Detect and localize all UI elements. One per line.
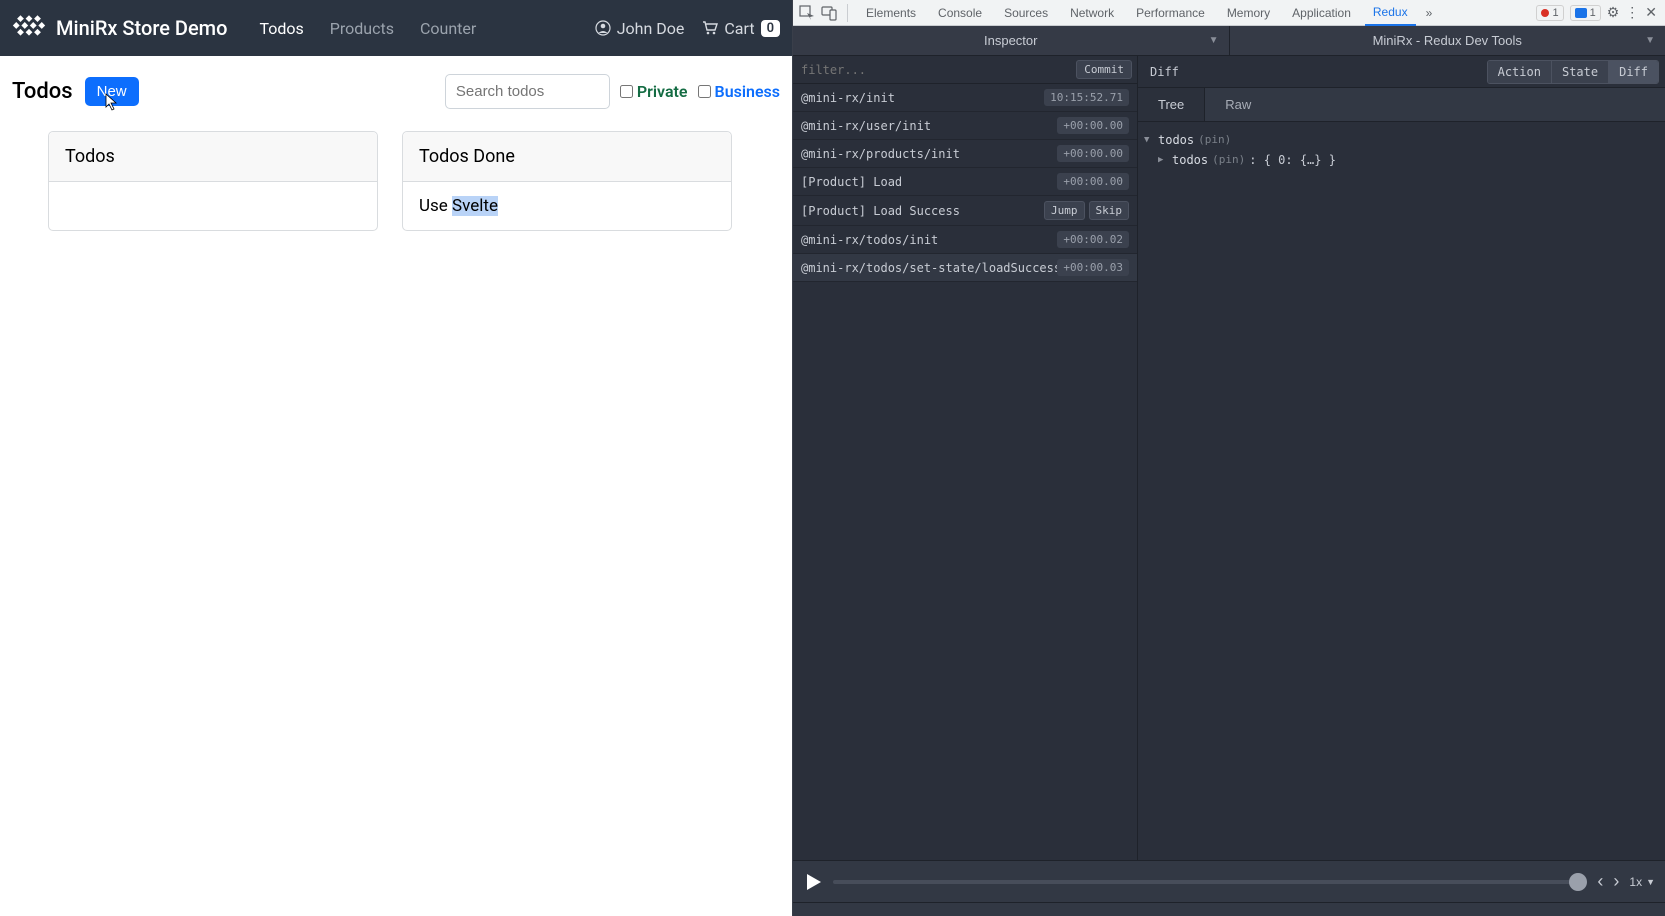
speed-select[interactable]: 1x ▼ — [1629, 875, 1655, 889]
seg-action[interactable]: Action — [1488, 61, 1552, 83]
diff-label: Diff — [1144, 65, 1185, 79]
next-icon[interactable]: › — [1613, 871, 1619, 892]
brand-title: MiniRx Store Demo — [56, 16, 227, 40]
playback-track[interactable] — [833, 880, 1587, 884]
new-button[interactable]: New — [85, 77, 139, 106]
action-row[interactable]: @mini-rx/todos/set-state/loadSuccess+00:… — [793, 254, 1137, 282]
playback-thumb[interactable] — [1569, 873, 1587, 891]
nav-todos[interactable]: Todos — [247, 11, 315, 46]
todos-card-body — [49, 182, 377, 226]
private-filter[interactable]: Private — [620, 82, 688, 101]
skip-button[interactable]: Skip — [1089, 201, 1130, 220]
cart-label: Cart — [724, 19, 754, 38]
action-row[interactable]: [Product] Load SuccessJumpSkip — [793, 196, 1137, 226]
user-name: John Doe — [617, 19, 685, 38]
tab-performance[interactable]: Performance — [1128, 1, 1213, 25]
business-checkbox[interactable] — [698, 85, 711, 98]
action-time: +00:00.00 — [1057, 117, 1129, 134]
actions-list: @mini-rx/init10:15:52.71@mini-rx/user/in… — [793, 84, 1137, 860]
action-name: [Product] Load — [801, 175, 1057, 189]
prev-icon[interactable]: ‹ — [1597, 871, 1603, 892]
action-name: @mini-rx/products/init — [801, 147, 1057, 161]
tree-root[interactable]: ▼ todos (pin) — [1144, 130, 1659, 150]
device-icon[interactable] — [821, 5, 837, 21]
action-time: +00:00.00 — [1057, 145, 1129, 162]
play-icon[interactable] — [803, 872, 823, 892]
action-name: @mini-rx/user/init — [801, 119, 1057, 133]
cursor-icon — [105, 93, 119, 114]
jump-button[interactable]: Jump — [1044, 201, 1085, 220]
private-checkbox[interactable] — [620, 85, 633, 98]
gear-icon[interactable]: ⚙ — [1607, 4, 1620, 21]
nav-products[interactable]: Products — [318, 11, 406, 46]
action-row[interactable]: [Product] Load+00:00.00 — [793, 168, 1137, 196]
cart-icon — [702, 20, 718, 36]
user-icon — [595, 20, 611, 36]
chevron-down-icon[interactable]: ▼ — [1209, 35, 1219, 46]
more-tabs-icon[interactable]: » — [1422, 6, 1437, 20]
collapse-icon[interactable]: ▼ — [1144, 130, 1154, 150]
action-row[interactable]: @mini-rx/todos/init+00:00.02 — [793, 226, 1137, 254]
tab-application[interactable]: Application — [1284, 1, 1359, 25]
dock-bar — [793, 902, 1665, 916]
expand-icon[interactable]: ▶ — [1158, 150, 1168, 170]
action-time: +00:00.03 — [1057, 259, 1129, 276]
user-menu[interactable]: John Doe — [595, 19, 685, 38]
action-time: +00:00.00 — [1057, 173, 1129, 190]
diff-tree: ▼ todos (pin) ▶ todos (pin): { 0: {…} } — [1138, 122, 1665, 178]
tab-memory[interactable]: Memory — [1219, 1, 1278, 25]
search-input[interactable] — [445, 74, 610, 109]
todos-done-card: Todos Done Use Svelte — [402, 131, 732, 231]
filter-input[interactable] — [793, 59, 1076, 81]
nav-counter[interactable]: Counter — [408, 11, 488, 46]
todo-text: Use — [419, 196, 452, 216]
todos-card: Todos — [48, 131, 378, 231]
inspect-icon[interactable] — [799, 5, 815, 21]
todo-highlight: Svelte — [452, 196, 498, 216]
cart-link[interactable]: Cart 0 — [702, 19, 780, 38]
navbar: MiniRx Store Demo Todos Products Counter… — [0, 0, 792, 56]
action-name: @mini-rx/todos/set-state/loadSuccess — [801, 261, 1057, 275]
commit-button[interactable]: Commit — [1076, 60, 1132, 79]
seg-state[interactable]: State — [1552, 61, 1609, 83]
private-label: Private — [637, 82, 688, 101]
action-name: [Product] Load Success — [801, 204, 1044, 218]
tab-redux[interactable]: Redux — [1365, 0, 1416, 26]
cart-count: 0 — [761, 20, 780, 37]
tab-sources[interactable]: Sources — [996, 1, 1056, 25]
action-row[interactable]: @mini-rx/user/init+00:00.00 — [793, 112, 1137, 140]
tab-elements[interactable]: Elements — [858, 1, 924, 25]
action-time: +00:00.02 — [1057, 231, 1129, 248]
error-badge[interactable]: 1 — [1536, 5, 1563, 21]
logo-icon — [12, 15, 46, 41]
todos-card-title: Todos — [49, 132, 377, 182]
view-segment: Action State Diff — [1487, 60, 1659, 84]
fmt-raw[interactable]: Raw — [1205, 88, 1271, 121]
tree-child[interactable]: ▶ todos (pin): { 0: {…} } — [1144, 150, 1659, 170]
action-name: @mini-rx/todos/init — [801, 233, 1057, 247]
panel-header[interactable]: MiniRx - Redux Dev Tools ▼ — [1230, 26, 1665, 55]
devtools-tabs: Elements Console Sources Network Perform… — [793, 0, 1665, 26]
business-filter[interactable]: Business — [698, 82, 780, 101]
todos-done-title: Todos Done — [403, 132, 731, 182]
kebab-icon[interactable]: ⋮ — [1625, 4, 1639, 21]
close-icon[interactable]: ✕ — [1645, 4, 1657, 21]
chevron-down-icon[interactable]: ▼ — [1645, 35, 1655, 46]
fmt-tree[interactable]: Tree — [1138, 88, 1205, 121]
action-time: 10:15:52.71 — [1044, 89, 1129, 106]
seg-diff[interactable]: Diff — [1609, 61, 1658, 83]
logo: MiniRx Store Demo — [12, 15, 227, 41]
inspector-header[interactable]: Inspector ▼ — [793, 26, 1229, 55]
action-name: @mini-rx/init — [801, 91, 1044, 105]
playback-bar: ‹ › 1x ▼ — [793, 860, 1665, 902]
page-title: Todos — [12, 79, 73, 104]
nav-items: Todos Products Counter — [247, 11, 488, 46]
business-label: Business — [715, 82, 780, 101]
tab-console[interactable]: Console — [930, 1, 990, 25]
message-badge[interactable]: 1 — [1570, 5, 1601, 21]
action-row[interactable]: @mini-rx/init10:15:52.71 — [793, 84, 1137, 112]
todo-item[interactable]: Use Svelte — [419, 196, 715, 216]
action-row[interactable]: @mini-rx/products/init+00:00.00 — [793, 140, 1137, 168]
tab-network[interactable]: Network — [1062, 1, 1122, 25]
